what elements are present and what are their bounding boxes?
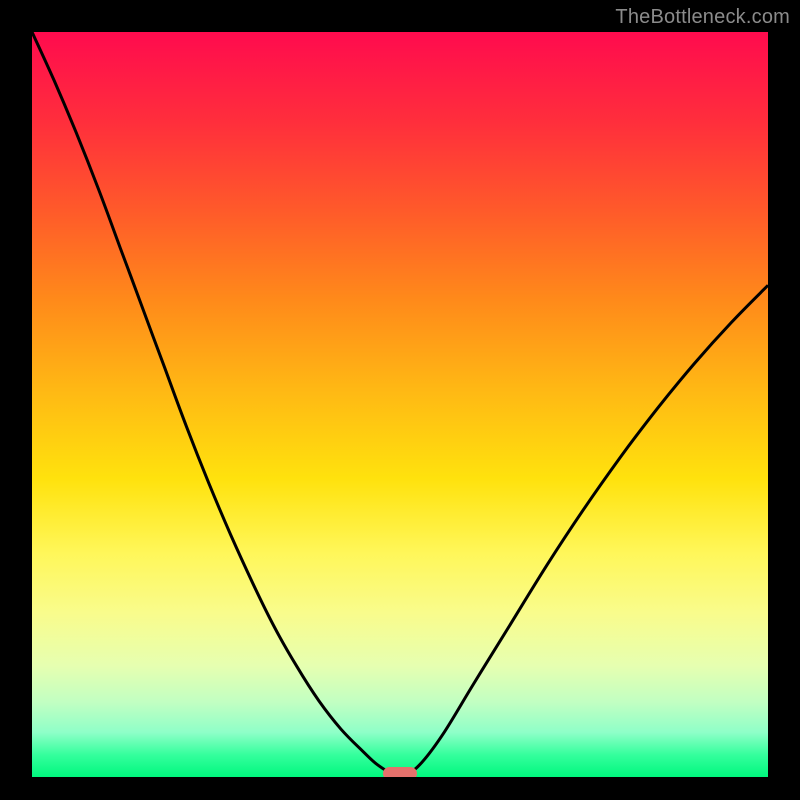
bottleneck-curve (32, 32, 768, 777)
chart-frame: TheBottleneck.com (0, 0, 800, 800)
minimum-marker-icon (383, 767, 417, 777)
curve-path (32, 32, 768, 775)
watermark-label: TheBottleneck.com (615, 6, 790, 29)
plot-area (32, 32, 768, 777)
